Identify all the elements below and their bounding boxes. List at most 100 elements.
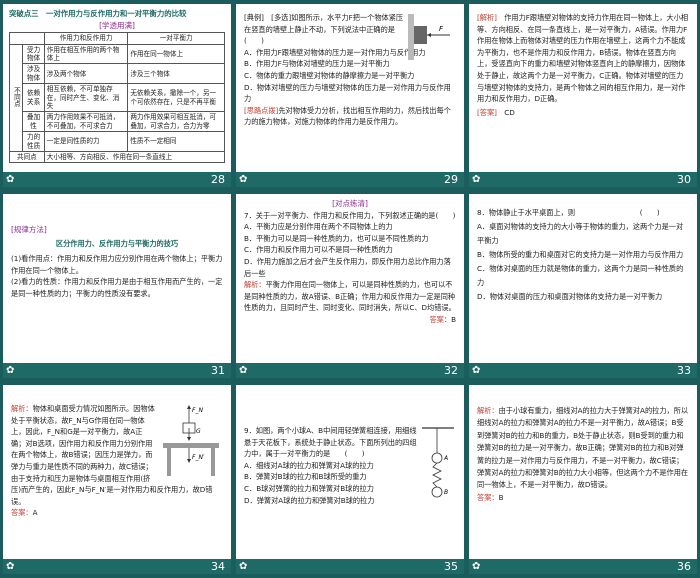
table-cell: 一定是同性质的力	[43, 131, 129, 153]
answer-text: CD	[504, 107, 515, 117]
answer-text: B	[498, 492, 504, 502]
fn2-label: F_N′	[192, 454, 205, 461]
fn2-arrow-head	[187, 459, 191, 463]
table-cell: 相互依赖，不可单独存在，同时产生、变化、消失	[43, 83, 129, 113]
table-header-cell: 一对平衡力	[127, 32, 225, 45]
method-heading: 区分作用力、反作用力与平衡力的技巧	[55, 238, 179, 248]
fn-arrow-head	[187, 405, 191, 409]
table-cell: 作用在同一物体上	[127, 43, 225, 65]
table-row: 依赖关系 相互依赖，不可单独存在，同时产生、变化、消失 无依赖关系，撤除一个，另…	[10, 83, 225, 113]
wall-shape	[408, 14, 414, 60]
analysis-text: 由于小球有重力，细线对A的拉力大于弹簧对A的拉力，所以细线对A的拉力和弹簧对A的…	[477, 406, 689, 490]
analysis-text: 作用力F跟墙壁对物体的支持力作用在同一物体上，大小相等、方向相反、在同一条直线上…	[477, 13, 689, 104]
option-a: A．平衡力应是分别作用在两个不同物体上的力	[244, 222, 393, 232]
answer-label: 答案：	[11, 508, 33, 518]
star-icon: ✿	[239, 365, 248, 376]
answer: [答案] CD	[477, 107, 689, 119]
slide-30: [解析] 作用力F跟墙壁对物体的支持力作用在同一物体上，大小相等、方向相反、在同…	[469, 4, 697, 187]
table-cell: 作用在相互作用的两个物体上	[43, 43, 129, 65]
group-label: 不同点	[12, 86, 21, 107]
answer-text: B	[451, 314, 456, 324]
table-cell: 涉及三个物体	[127, 63, 225, 85]
table-row: 共同点 大小相等、方向相反、作用在同一条直线上	[9, 151, 226, 164]
analysis: [解析] 作用力F跟墙壁对物体的支持力作用在同一物体上，大小相等、方向相反、在同…	[477, 12, 689, 105]
ball-a-label: A	[443, 455, 448, 462]
table-cell: 两力作用效果可相互抵消，可叠加，可求合力，合力为零	[127, 111, 225, 133]
analysis: 解析：平衡力作用在同一物体上，可以是同种性质的力，也可以不是同种性质的力，故A错…	[244, 279, 456, 314]
table-header-row: 作用力和反作用力 一对平衡力	[9, 32, 225, 45]
answer-label: 答案：	[477, 492, 499, 502]
spring-figure-svg: A B	[422, 427, 454, 498]
star-icon: ✿	[472, 174, 481, 185]
table-row: 涉及物体 涉及两个物体 涉及三个物体	[10, 63, 225, 85]
option-b: B．物体所受的重力和桌面对它的支持力是一对作用力与反作用力	[477, 250, 684, 259]
answer-label: 答案：	[429, 314, 452, 324]
star-icon: ✿	[6, 174, 15, 185]
star-icon: ✿	[6, 365, 15, 376]
table-cell: 叠加性	[22, 111, 45, 133]
comparison-table: 作用力和反作用力 一对平衡力 不同点 受力物体 作用在相互作用的两个物体上 作用…	[8, 32, 226, 164]
table-cell: 受力物体	[22, 43, 45, 65]
section-title: 突破点三 一对作用力与反作用力和一对平衡力的比较	[9, 9, 187, 18]
page-number: 36	[677, 560, 691, 573]
ball-a	[431, 452, 443, 464]
ball-b-label: B	[444, 489, 448, 496]
slide-footer: ✿ 32	[236, 363, 464, 378]
answer: 答案：B	[244, 314, 456, 326]
block-shape	[414, 26, 427, 44]
table-row: 力的性质 一定是同性质的力 性质不一定相同	[10, 131, 225, 153]
table-row: 不同点 受力物体 作用在相互作用的两个物体上 作用在同一物体上	[8, 43, 225, 153]
table-figure-svg: F_N G F_N′	[163, 405, 219, 476]
page-number: 32	[444, 364, 458, 377]
slide-footer: ✿ 36	[469, 559, 697, 574]
table-row: 叠加性 两力作用效果不可抵消，不可叠加，不可求合力 两力作用效果可相互抵消，可叠…	[10, 111, 225, 133]
slide-footer: ✿ 31	[3, 363, 231, 378]
slide-31: [规律方法] 区分作用力、反作用力与平衡力的技巧 (1)看作用点：作用力和反作用…	[3, 194, 231, 378]
question-stem: 7．关于一对平衡力、作用力和反作用力，下列叙述正确的是( )	[244, 210, 456, 220]
analysis: 解析：由于小球有重力，细线对A的拉力大于弹簧对A的拉力，所以细线对A的拉力和弹簧…	[477, 405, 689, 492]
method-label: [规律方法]	[11, 225, 47, 234]
table-cell: 涉及两个物体	[43, 63, 129, 85]
page-number: 33	[677, 364, 691, 377]
table-cell: 力的性质	[22, 131, 45, 153]
option-d: D．作用力施加之后才会产生反作用力，即反作用力总比作用力落后一些	[244, 256, 451, 278]
method-item: (2)看力的性质：作用力和反作用力是由于相互作用而产生的，一定是同一种性质的力；…	[11, 277, 223, 298]
arrow-head	[427, 33, 431, 37]
table-cell: 无依赖关系，撤除一个，另一个可依然存在，只是不再平衡	[127, 83, 225, 113]
star-icon: ✿	[239, 561, 248, 572]
fn-label: F_N	[192, 407, 203, 414]
option-c: C．作用力和反作用力可以不是同一种性质的力	[244, 245, 393, 255]
page-number: 28	[211, 173, 225, 186]
star-icon: ✿	[6, 561, 15, 572]
hint: [思路点拨]先对物体受力分析，找出相互作用的力，然后找出每个力的施力物体，对施力…	[244, 105, 456, 128]
option-b: B．平衡力可以是同一种性质的力，也可以是不同性质的力	[244, 233, 429, 243]
analysis-label: 解析：	[244, 280, 266, 290]
slide-34: F_N G F_N′ 解析：物体和桌面受力情况如图所示。因物体处于平衡状态，故F…	[3, 385, 231, 574]
slide-footer: ✿ 29	[236, 172, 464, 187]
answer: 答案：A	[11, 507, 223, 519]
tabletop-shape	[163, 443, 219, 448]
group-label-cell: 不同点	[8, 43, 24, 153]
table-header-cell: 作用力和反作用力	[43, 32, 129, 45]
g-arrow-head	[187, 437, 191, 441]
analysis-text: 平衡力作用在同一物体上，可以是同种性质的力，也可以不是同种性质的力，故A错误、B…	[244, 280, 456, 313]
slide-35: A B 9．如图，两个小球A、B中间用轻弹簧相连接，用细线悬于天花板下，系统处于…	[236, 385, 464, 574]
slide-footer: ✿ 33	[469, 363, 697, 378]
wall-figure-svg: F	[408, 14, 450, 60]
method-item: (1)看作用点：作用力和反作用力应分别作用在两个物体上；平衡力作用在同一个物体上…	[11, 254, 223, 275]
option-a: A．桌面对物体的支持力的大小等于物体的重力，这两个力是一对平衡力	[477, 222, 684, 245]
option-c: C．物体的重力跟墙壁对物体的静摩擦力是一对平衡力	[244, 70, 415, 80]
table-cell: 性质不一定相同	[127, 131, 225, 153]
slide-36: 解析：由于小球有重力，细线对A的拉力大于弹簧对A的拉力，所以细线对A的拉力和弹簧…	[469, 385, 697, 574]
section-subtitle: [学透用满]	[99, 20, 135, 30]
table-cell: 依赖关系	[22, 83, 45, 113]
page-number: 35	[444, 560, 458, 573]
practice-label: [对点练清]	[332, 199, 368, 208]
question-stem: 8．物体静止于水平桌面上，则 ( )	[477, 208, 660, 217]
answer-text: A	[32, 508, 38, 518]
page-number: 29	[444, 173, 458, 186]
slide-28: 突破点三 一对作用力与反作用力和一对平衡力的比较 [学透用满] 作用力和反作用力…	[3, 4, 231, 187]
table-cell: 涉及物体	[22, 63, 45, 85]
force-label: F	[439, 25, 444, 33]
page-number: 31	[211, 364, 225, 377]
